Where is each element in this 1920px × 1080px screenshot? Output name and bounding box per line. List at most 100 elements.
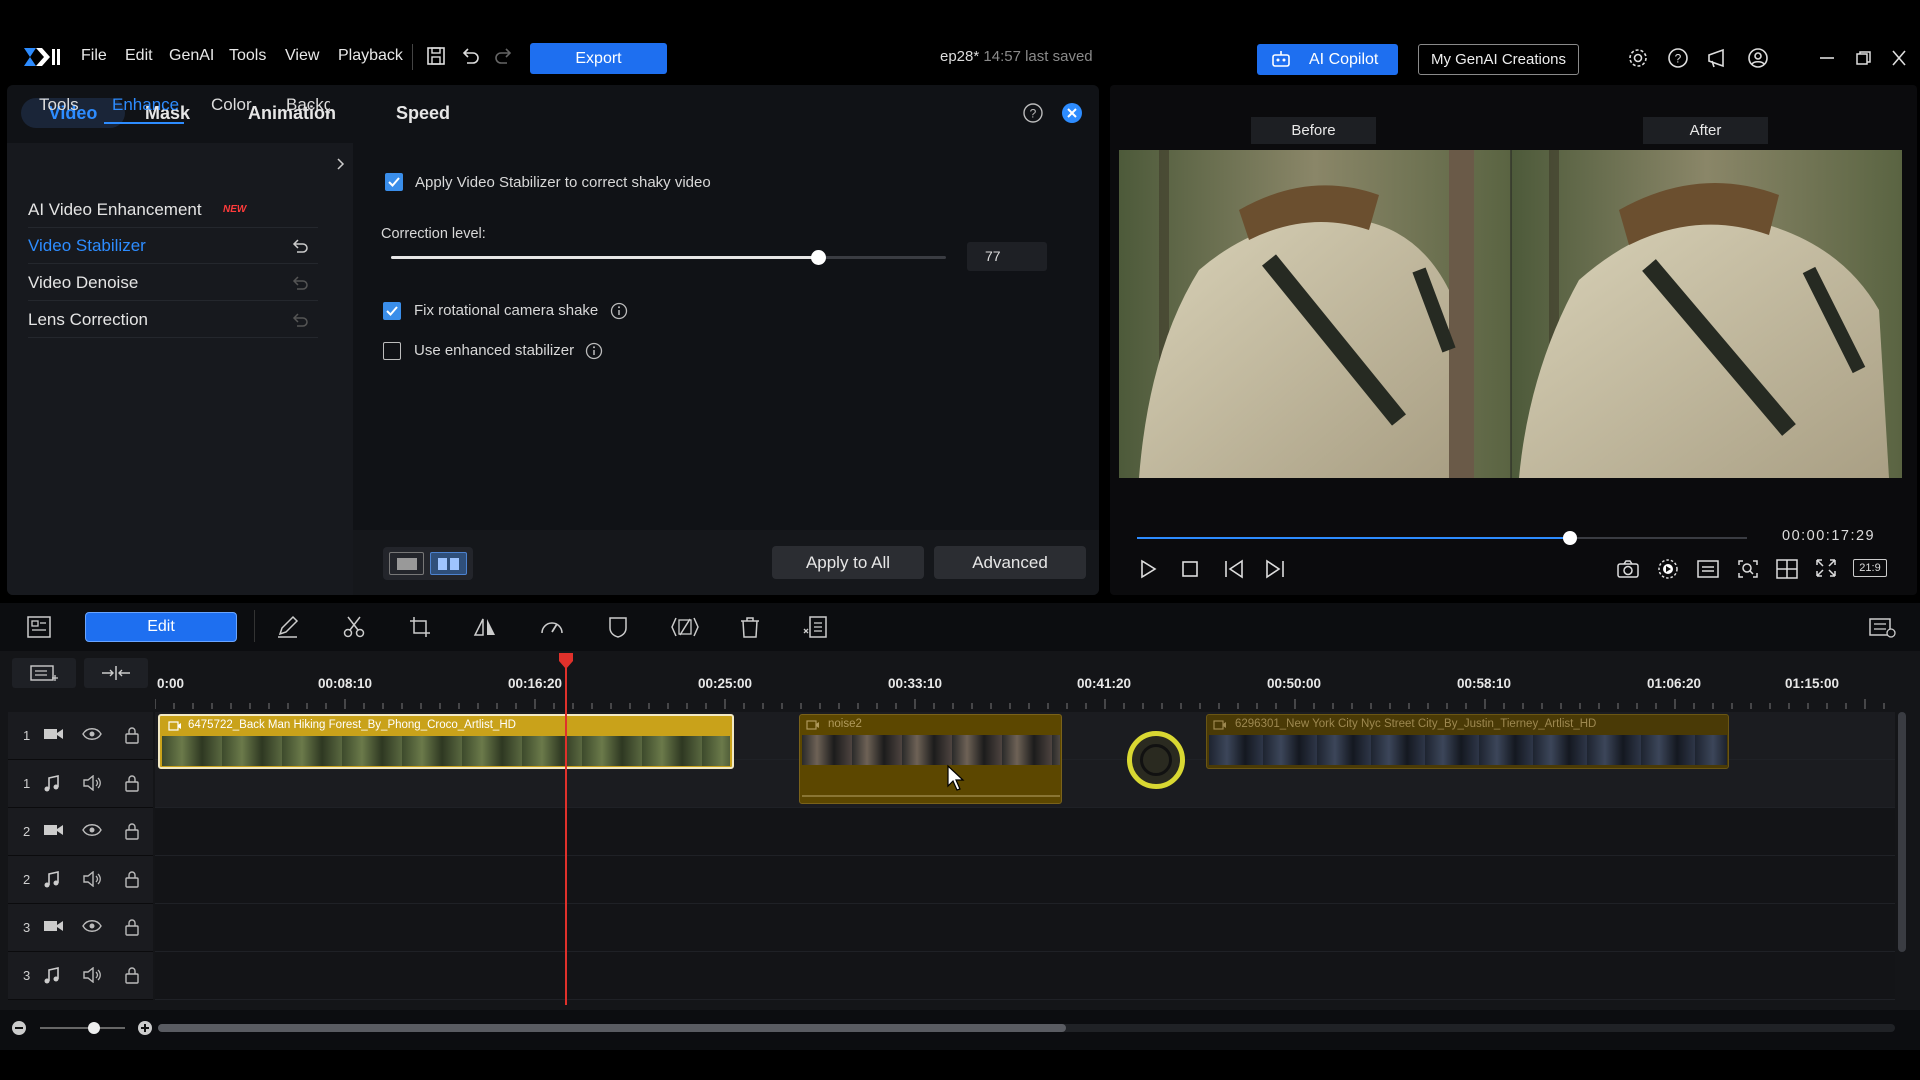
minimize-icon[interactable] bbox=[1818, 50, 1836, 66]
stop-icon[interactable] bbox=[1180, 559, 1200, 579]
video-clip[interactable]: 6296301_New York City Nyc Street City_By… bbox=[1206, 714, 1729, 769]
split-view-button[interactable] bbox=[430, 552, 467, 575]
transition-icon[interactable] bbox=[670, 615, 700, 639]
scissors-icon[interactable] bbox=[341, 615, 367, 639]
speaker-icon[interactable] bbox=[82, 775, 102, 791]
lock-icon[interactable] bbox=[124, 966, 140, 984]
menu-tools[interactable]: Tools bbox=[229, 47, 266, 65]
split-preview-icon[interactable] bbox=[1775, 558, 1799, 580]
lock-icon[interactable] bbox=[124, 870, 140, 888]
video-clip[interactable]: 6475722_Back Man Hiking Forest_By_Phong_… bbox=[158, 714, 734, 769]
feature-video-denoise[interactable]: Video Denoise bbox=[28, 265, 318, 301]
media-library-icon[interactable] bbox=[26, 615, 52, 639]
mask-icon[interactable] bbox=[605, 614, 631, 640]
account-icon[interactable] bbox=[1747, 47, 1769, 69]
preview-video-frame[interactable] bbox=[1119, 150, 1902, 478]
correction-value-field[interactable]: 77 bbox=[967, 242, 1047, 271]
info-icon[interactable] bbox=[610, 302, 628, 320]
subtitles-icon[interactable] bbox=[1696, 559, 1720, 579]
fullscreen-icon[interactable] bbox=[1814, 557, 1838, 579]
previous-frame-icon[interactable] bbox=[1222, 558, 1246, 580]
gear-icon[interactable] bbox=[1627, 47, 1649, 69]
advanced-button[interactable]: Advanced bbox=[934, 546, 1086, 579]
feature-video-stabilizer[interactable]: Video Stabilizer bbox=[28, 228, 318, 264]
reset-icon[interactable] bbox=[290, 238, 310, 254]
subtab-tools[interactable]: Tools bbox=[39, 95, 79, 115]
apply-stabilizer-checkbox[interactable] bbox=[385, 173, 403, 191]
save-icon[interactable] bbox=[425, 45, 447, 67]
lock-icon[interactable] bbox=[124, 774, 140, 792]
track-manager-button[interactable] bbox=[12, 658, 76, 688]
ai-copilot-button[interactable]: AI Copilot bbox=[1257, 44, 1398, 75]
zoom-in-icon[interactable] bbox=[137, 1020, 153, 1036]
zoom-out-icon[interactable] bbox=[11, 1020, 27, 1036]
playhead-handle[interactable] bbox=[558, 652, 574, 670]
lock-icon[interactable] bbox=[124, 726, 140, 744]
aspect-ratio-button[interactable]: 21:9 bbox=[1853, 559, 1887, 577]
flip-icon[interactable] bbox=[472, 615, 498, 639]
menu-genai[interactable]: GenAI bbox=[169, 47, 214, 65]
timeline-horizontal-scrollbar[interactable] bbox=[158, 1024, 1895, 1032]
feature-lens-correction[interactable]: Lens Correction bbox=[28, 302, 318, 338]
eye-icon[interactable] bbox=[82, 919, 102, 933]
apply-to-all-button[interactable]: Apply to All bbox=[772, 546, 924, 579]
audio-track-3[interactable] bbox=[155, 952, 1895, 1000]
delete-icon[interactable] bbox=[738, 615, 762, 639]
record-settings-icon[interactable] bbox=[1656, 557, 1680, 581]
audio-track-2[interactable] bbox=[155, 856, 1895, 904]
use-enhanced-checkbox[interactable] bbox=[383, 342, 401, 360]
menu-playback[interactable]: Playback bbox=[338, 47, 403, 65]
fit-timeline-button[interactable] bbox=[84, 658, 148, 688]
speaker-icon[interactable] bbox=[82, 967, 102, 983]
subtab-color[interactable]: Color bbox=[211, 95, 252, 115]
menu-file[interactable]: File bbox=[81, 47, 107, 65]
chevron-right-icon[interactable] bbox=[336, 157, 346, 171]
my-genai-creations-button[interactable]: My GenAI Creations bbox=[1418, 44, 1579, 75]
pen-icon[interactable] bbox=[275, 615, 301, 639]
info-icon[interactable] bbox=[585, 342, 603, 360]
snapshot-icon[interactable] bbox=[1616, 559, 1640, 579]
export-button[interactable]: Export bbox=[530, 43, 667, 74]
restore-icon[interactable] bbox=[1854, 50, 1872, 66]
subtab-enhance[interactable]: Enhance bbox=[112, 95, 179, 115]
video-clip[interactable]: noise2 bbox=[799, 714, 1062, 804]
mouse-cursor-icon bbox=[946, 764, 966, 792]
help-icon[interactable]: ? bbox=[1022, 102, 1044, 124]
preview-scrubber-knob[interactable] bbox=[1563, 531, 1578, 545]
lock-icon[interactable] bbox=[124, 822, 140, 840]
lock-icon[interactable] bbox=[124, 918, 140, 936]
tab-speed[interactable]: Speed bbox=[396, 98, 450, 128]
scrollbar-thumb[interactable] bbox=[158, 1024, 1066, 1032]
preview-scrubber[interactable] bbox=[1137, 531, 1747, 545]
zoom-slider[interactable] bbox=[40, 1022, 125, 1034]
single-view-button[interactable] bbox=[389, 552, 424, 575]
speed-icon[interactable] bbox=[539, 615, 565, 639]
crop-icon[interactable] bbox=[407, 615, 433, 639]
timeline-settings-icon[interactable] bbox=[1868, 615, 1896, 639]
correction-slider-track[interactable] bbox=[391, 250, 946, 265]
redo-icon[interactable] bbox=[493, 45, 515, 67]
menu-edit[interactable]: Edit bbox=[125, 47, 153, 65]
video-track-2[interactable] bbox=[155, 808, 1895, 856]
fix-rotational-checkbox[interactable] bbox=[383, 302, 401, 320]
edit-button[interactable]: Edit bbox=[85, 612, 237, 642]
eye-icon[interactable] bbox=[82, 823, 102, 837]
play-icon[interactable] bbox=[1138, 558, 1158, 580]
speaker-icon[interactable] bbox=[82, 871, 102, 887]
megaphone-icon[interactable] bbox=[1706, 47, 1730, 69]
next-frame-icon[interactable] bbox=[1263, 558, 1287, 580]
more-tools-icon[interactable] bbox=[802, 615, 830, 639]
subtab-background[interactable]: Backg bbox=[286, 95, 330, 115]
close-panel-icon[interactable] bbox=[1061, 102, 1083, 124]
menu-view[interactable]: View bbox=[285, 47, 319, 65]
zoom-icon[interactable] bbox=[1736, 558, 1760, 580]
eye-icon[interactable] bbox=[82, 727, 102, 741]
zoom-slider-knob[interactable] bbox=[88, 1022, 100, 1034]
timeline-vertical-scrollbar[interactable] bbox=[1898, 712, 1906, 952]
video-track-3[interactable] bbox=[155, 904, 1895, 952]
help-icon[interactable]: ? bbox=[1667, 47, 1689, 69]
feature-ai-video-enhancement[interactable]: AI Video Enhancement NEW bbox=[28, 192, 318, 228]
undo-icon[interactable] bbox=[459, 45, 481, 67]
video-track-header: 3 bbox=[8, 904, 153, 952]
close-icon[interactable] bbox=[1890, 50, 1908, 66]
